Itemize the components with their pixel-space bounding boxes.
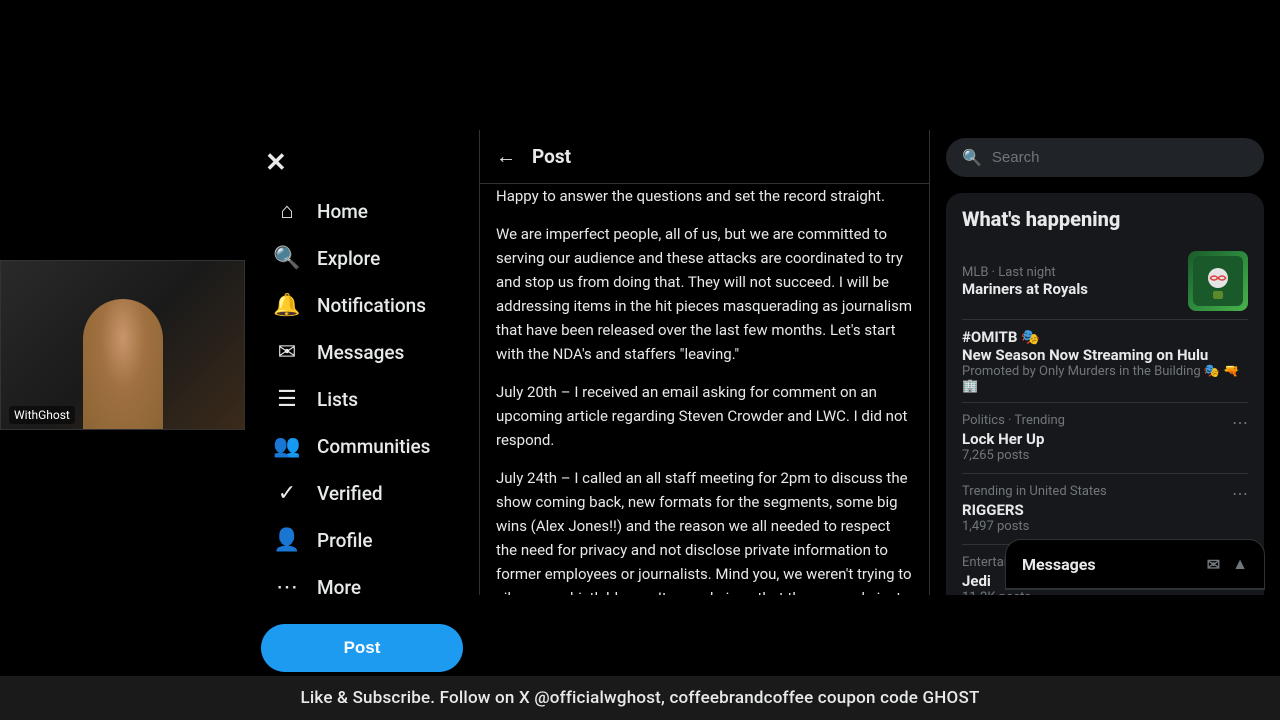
trend-riggers-content: Trending in United States RIGGERS 1,497 … — [962, 484, 1107, 534]
screen-wrapper: WithGhost ✕ ⌂ Home 🔍 Explore 🔔 Notificat… — [0, 0, 1280, 720]
sidebar-item-lists[interactable]: ☰ Lists — [253, 377, 471, 422]
webcam-label: WithGhost — [9, 406, 75, 424]
messages-title: Messages — [1022, 555, 1096, 574]
sidebar-item-profile[interactable]: 👤 Profile — [253, 518, 471, 563]
sidebar-label-communities: Communities — [317, 435, 430, 458]
bottom-bar: Like & Subscribe. Follow on X @officialw… — [0, 676, 1280, 720]
webcam-person — [83, 299, 163, 429]
trend-lock-her-up-meta: Politics · Trending — [962, 413, 1065, 428]
trend-more-icon-2[interactable]: ⋯ — [1232, 484, 1248, 503]
omitb-description: New Season Now Streaming on Hulu — [962, 346, 1248, 364]
lists-icon: ☰ — [273, 387, 301, 412]
trend-riggers[interactable]: Trending in United States RIGGERS 1,497 … — [962, 474, 1248, 545]
profile-icon: 👤 — [273, 528, 301, 553]
twitter-container: ✕ ⌂ Home 🔍 Explore 🔔 Notifications ✉ Mes… — [245, 130, 1280, 595]
post-paragraph-4: July 24th – I called an all staff meetin… — [496, 466, 913, 595]
post-paragraph-3: July 20th – I received an email asking f… — [496, 380, 913, 452]
trend-more-icon-1[interactable]: ⋯ — [1232, 413, 1248, 432]
sidebar-label-messages: Messages — [317, 341, 404, 364]
trend-riggers-header: Trending in United States RIGGERS 1,497 … — [962, 484, 1248, 534]
webcam-video: WithGhost — [1, 261, 244, 429]
sidebar-label-home: Home — [317, 200, 368, 223]
trend-lock-her-up-content: Politics · Trending Lock Her Up 7,265 po… — [962, 413, 1065, 463]
post-header: ← Post — [480, 130, 929, 184]
webcam-overlay: WithGhost — [0, 260, 245, 430]
search-icon: 🔍 — [962, 148, 982, 167]
post-paragraph-1: Happy to answer the questions and set th… — [496, 184, 913, 208]
whats-happening-title: What's happening — [962, 207, 1248, 231]
trend-lock-her-up-name: Lock Her Up — [962, 430, 1065, 448]
sidebar-nav: ⌂ Home 🔍 Explore 🔔 Notifications ✉ Messa… — [245, 188, 479, 610]
trend-riggers-posts: 1,497 posts — [962, 519, 1107, 534]
trend-mlb[interactable]: MLB · Last night Mariners at Royals — [962, 243, 1248, 320]
home-icon: ⌂ — [273, 198, 301, 224]
trend-lock-her-up[interactable]: Politics · Trending Lock Her Up 7,265 po… — [962, 403, 1248, 474]
sidebar-item-notifications[interactable]: 🔔 Notifications — [253, 283, 471, 328]
mlb-meta: MLB · Last night — [962, 265, 1188, 280]
sidebar-label-explore: Explore — [317, 247, 380, 270]
sidebar-label-notifications: Notifications — [317, 294, 426, 317]
mlb-image — [1188, 251, 1248, 311]
messages-header: Messages ✉ ▲ — [1006, 540, 1264, 589]
omitb-tag: #OMITB 🎭 — [962, 328, 1248, 346]
messages-panel: Messages ✉ ▲ — [1005, 539, 1265, 590]
post-button[interactable]: Post — [261, 624, 463, 672]
main-content: ← Post Happy to answer the questions and… — [480, 130, 930, 595]
sidebar-label-profile: Profile — [317, 529, 373, 552]
trend-lock-her-up-header: Politics · Trending Lock Her Up 7,265 po… — [962, 413, 1248, 463]
post-title: Post — [532, 145, 571, 168]
sidebar: ✕ ⌂ Home 🔍 Explore 🔔 Notifications ✉ Mes… — [245, 130, 480, 595]
sidebar-item-explore[interactable]: 🔍 Explore — [253, 236, 471, 281]
sidebar-label-lists: Lists — [317, 388, 358, 411]
x-logo[interactable]: ✕ — [245, 138, 479, 183]
messages-compose-icon[interactable]: ✉ — [1207, 555, 1220, 574]
trend-jedi-posts: 11.2K posts — [962, 590, 1104, 595]
sidebar-item-more[interactable]: ⋯ More — [253, 565, 471, 610]
verified-icon: ✓ — [273, 481, 301, 506]
bottom-bar-text: Like & Subscribe. Follow on X @officialw… — [301, 688, 980, 708]
sidebar-label-verified: Verified — [317, 482, 383, 505]
sidebar-item-messages[interactable]: ✉ Messages — [253, 330, 471, 375]
explore-icon: 🔍 — [273, 246, 301, 271]
post-paragraph-2: We are imperfect people, all of us, but … — [496, 222, 913, 366]
post-content-area: Happy to answer the questions and set th… — [480, 184, 929, 595]
trend-riggers-meta: Trending in United States — [962, 484, 1107, 499]
whats-happening-panel: What's happening MLB · Last night Marine… — [946, 193, 1264, 595]
trend-lock-her-up-posts: 7,265 posts — [962, 448, 1065, 463]
mlb-info: MLB · Last night Mariners at Royals — [962, 265, 1188, 298]
sidebar-item-communities[interactable]: 👥 Communities — [253, 424, 471, 469]
bell-icon: 🔔 — [273, 293, 301, 318]
sidebar-item-verified[interactable]: ✓ Verified — [253, 471, 471, 516]
communities-icon: 👥 — [273, 434, 301, 459]
mlb-name: Mariners at Royals — [962, 280, 1188, 298]
search-container[interactable]: 🔍 — [946, 138, 1264, 177]
messages-icons: ✉ ▲ — [1207, 554, 1248, 574]
envelope-icon: ✉ — [273, 340, 301, 365]
sidebar-item-home[interactable]: ⌂ Home — [253, 188, 471, 234]
messages-collapse-icon[interactable]: ▲ — [1232, 554, 1248, 574]
trend-omitb[interactable]: #OMITB 🎭 New Season Now Streaming on Hul… — [962, 320, 1248, 403]
sidebar-label-more: More — [317, 576, 361, 599]
search-input[interactable] — [992, 149, 1248, 166]
right-sidebar: 🔍 What's happening MLB · Last night Mari… — [930, 130, 1280, 595]
trend-riggers-name: RIGGERS — [962, 501, 1107, 519]
omitb-promoted-label: Promoted by Only Murders in the Building… — [962, 364, 1248, 394]
more-icon: ⋯ — [273, 575, 301, 600]
back-button[interactable]: ← — [496, 144, 516, 169]
